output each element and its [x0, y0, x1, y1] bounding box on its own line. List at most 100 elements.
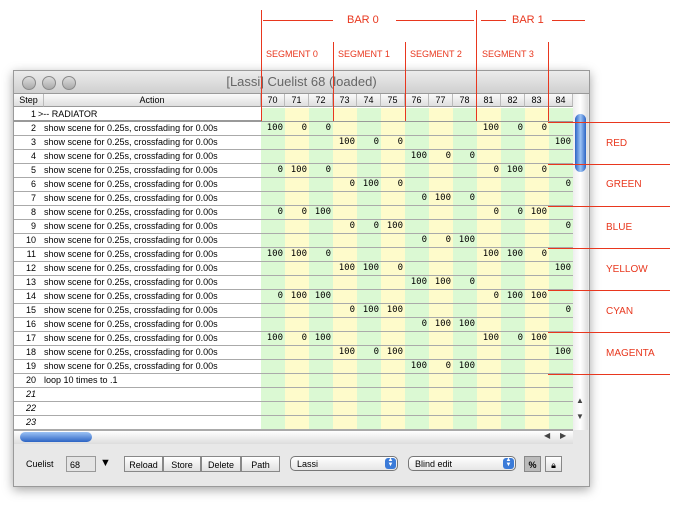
channel-cell[interactable]: 100: [381, 220, 405, 233]
channel-cell[interactable]: 0: [405, 192, 429, 205]
channel-cell[interactable]: [477, 360, 501, 373]
table-row[interactable]: 100 0 0 4 show scene for 0.25s, crossfading …: [14, 150, 573, 164]
channel-cell[interactable]: [357, 122, 381, 135]
channel-cell[interactable]: [405, 332, 429, 345]
channel-cell[interactable]: [549, 164, 573, 177]
channel-cell[interactable]: [405, 206, 429, 219]
table-row[interactable]: 20 loop 10 times to .1: [14, 374, 573, 388]
channel-cell[interactable]: [333, 164, 357, 177]
channel-cell[interactable]: [333, 248, 357, 261]
channel-cell[interactable]: 100: [261, 332, 285, 345]
channel-cell[interactable]: [453, 178, 477, 191]
channel-cell[interactable]: 100: [477, 332, 501, 345]
percent-toggle[interactable]: %: [524, 456, 541, 472]
channel-cell[interactable]: [477, 192, 501, 205]
channel-cell[interactable]: 100: [501, 290, 525, 303]
channel-cell[interactable]: [309, 360, 333, 373]
channel-cell[interactable]: [429, 122, 453, 135]
channel-cell[interactable]: [381, 416, 405, 429]
channel-cell[interactable]: 100: [285, 164, 309, 177]
channel-cell[interactable]: [429, 332, 453, 345]
channel-cell[interactable]: [357, 318, 381, 331]
channel-cell[interactable]: [381, 276, 405, 289]
channel-cell[interactable]: [357, 206, 381, 219]
channel-cell[interactable]: [309, 402, 333, 415]
channel-cell[interactable]: [261, 262, 285, 275]
table-row[interactable]: 0 0 100 0 9 show scene for 0.25s, crossfading…: [14, 220, 573, 234]
channel-cell[interactable]: [525, 416, 549, 429]
channel-cell[interactable]: [261, 360, 285, 373]
channel-cell[interactable]: [429, 262, 453, 275]
channel-cell[interactable]: [453, 108, 477, 121]
channel-cell[interactable]: [405, 262, 429, 275]
channel-cell[interactable]: [309, 192, 333, 205]
channel-cell[interactable]: [549, 290, 573, 303]
channel-cell[interactable]: 0: [525, 248, 549, 261]
channel-cell[interactable]: 0: [357, 346, 381, 359]
channel-cell[interactable]: [525, 346, 549, 359]
horizontal-scrollbar[interactable]: ◀ ▶: [14, 430, 573, 444]
channel-cell[interactable]: [501, 304, 525, 317]
channel-cell[interactable]: [357, 416, 381, 429]
channel-cell[interactable]: 100: [453, 234, 477, 247]
channel-cell[interactable]: [525, 360, 549, 373]
channel-cell[interactable]: [525, 234, 549, 247]
channel-cell[interactable]: [309, 388, 333, 401]
channel-cell[interactable]: [525, 388, 549, 401]
channel-cell[interactable]: [477, 234, 501, 247]
channel-cell[interactable]: 100: [333, 136, 357, 149]
channel-cell[interactable]: 0: [429, 360, 453, 373]
table-row[interactable]: 0 100 100 0 15 show scene for 0.25s, crossfad…: [14, 304, 573, 318]
channel-cell[interactable]: 0: [357, 220, 381, 233]
channel-cell[interactable]: [285, 388, 309, 401]
table-row[interactable]: 21: [14, 388, 573, 402]
channel-cell[interactable]: [525, 318, 549, 331]
channel-cell[interactable]: [549, 206, 573, 219]
table-row[interactable]: 0 100 0 7 show scene for 0.25s, crossfading …: [14, 192, 573, 206]
channel-cell[interactable]: [381, 248, 405, 261]
channel-cell[interactable]: [429, 374, 453, 387]
store-button[interactable]: Store: [163, 456, 201, 472]
channel-cell[interactable]: [309, 178, 333, 191]
channel-cell[interactable]: [453, 402, 477, 415]
channel-cell[interactable]: [453, 262, 477, 275]
table-row[interactable]: 100 100 0 100 12 show scene for 0.25s, crossf…: [14, 262, 573, 276]
cuelist-number-field[interactable]: 68: [66, 456, 96, 472]
table-row[interactable]: 0 100 0 0 100 0 5 show scene for 0.25s, crossfa…: [14, 164, 573, 178]
channel-cell[interactable]: [453, 136, 477, 149]
channel-cell[interactable]: 0: [477, 206, 501, 219]
column-header-channel[interactable]: 74: [357, 94, 381, 107]
channel-cell[interactable]: [477, 388, 501, 401]
column-header-channel[interactable]: 84: [549, 94, 573, 107]
channel-cell[interactable]: 0: [477, 164, 501, 177]
channel-cell[interactable]: 0: [501, 332, 525, 345]
channel-cell[interactable]: [357, 360, 381, 373]
channel-cell[interactable]: [357, 150, 381, 163]
channel-cell[interactable]: [405, 122, 429, 135]
channel-cell[interactable]: [429, 136, 453, 149]
channel-cell[interactable]: [525, 150, 549, 163]
channel-cell[interactable]: [261, 318, 285, 331]
channel-cell[interactable]: [333, 318, 357, 331]
channel-cell[interactable]: [501, 108, 525, 121]
channel-cell[interactable]: 100: [357, 304, 381, 317]
column-header-channel[interactable]: 77: [429, 94, 453, 107]
channel-cell[interactable]: [261, 150, 285, 163]
channel-cell[interactable]: [261, 416, 285, 429]
channel-cell[interactable]: [381, 332, 405, 345]
channel-cell[interactable]: [261, 136, 285, 149]
channel-cell[interactable]: [501, 374, 525, 387]
channel-cell[interactable]: [477, 276, 501, 289]
channel-cell[interactable]: [381, 388, 405, 401]
channel-cell[interactable]: [309, 318, 333, 331]
channel-cell[interactable]: [477, 304, 501, 317]
channel-cell[interactable]: [309, 304, 333, 317]
channel-cell[interactable]: 100: [501, 248, 525, 261]
channel-cell[interactable]: [549, 388, 573, 401]
channel-cell[interactable]: 0: [405, 318, 429, 331]
channel-cell[interactable]: [381, 318, 405, 331]
channel-cell[interactable]: 0: [429, 150, 453, 163]
channel-cell[interactable]: [285, 220, 309, 233]
channel-cell[interactable]: 100: [501, 164, 525, 177]
channel-cell[interactable]: [333, 276, 357, 289]
